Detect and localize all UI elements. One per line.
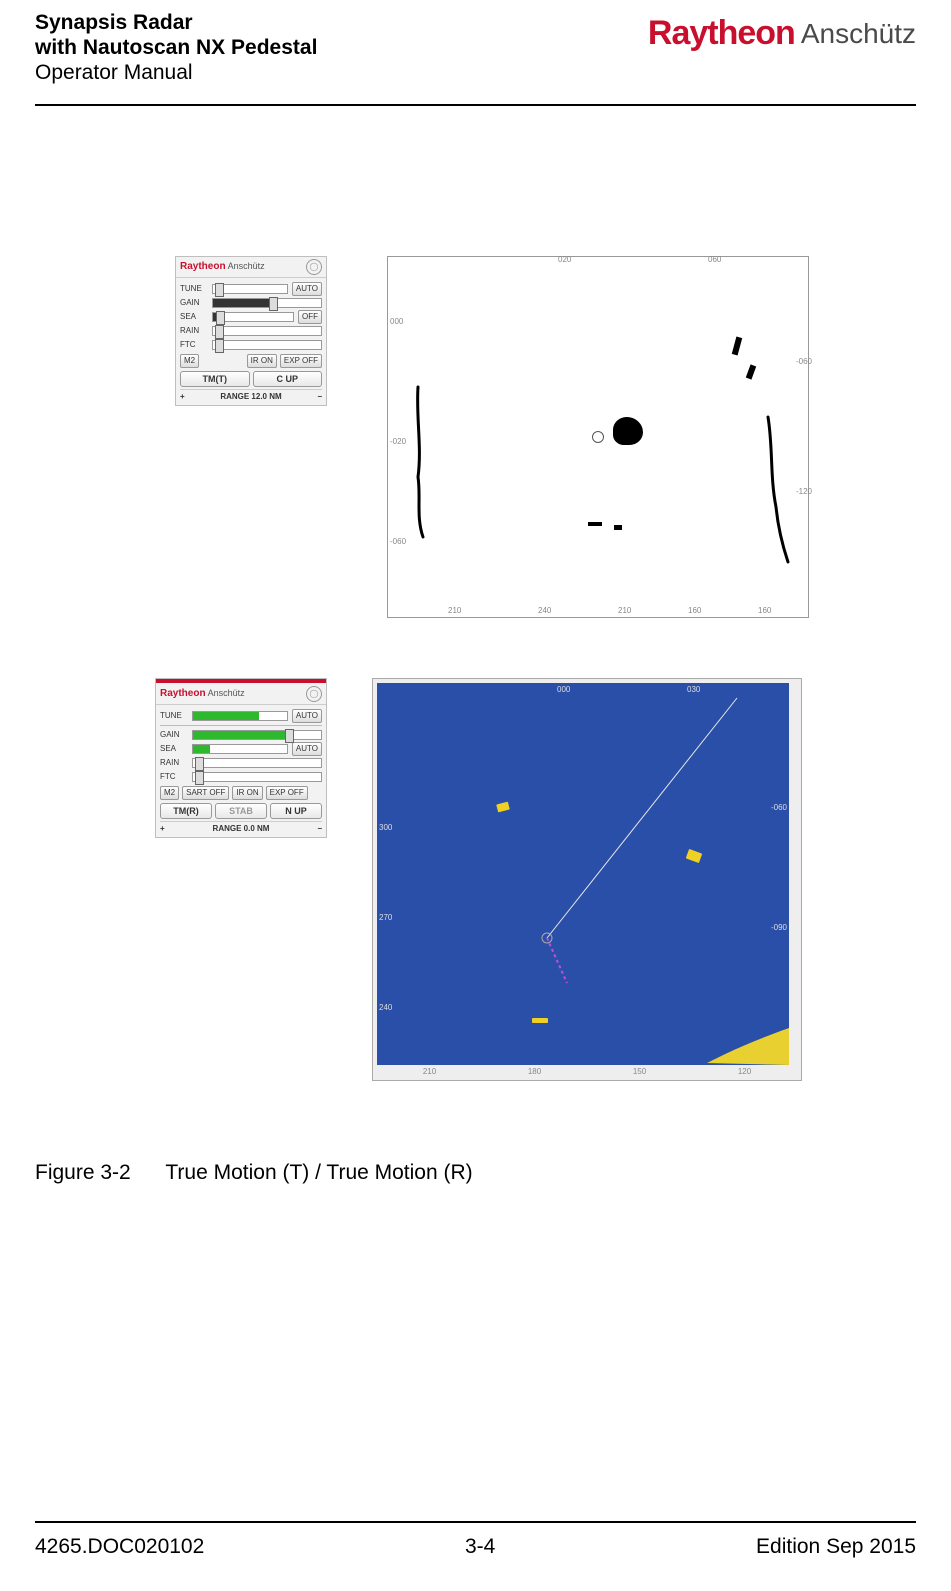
panel2-header: Raytheon Anschütz ◯ [156, 684, 326, 705]
anschutz-logo-text: Anschütz [801, 18, 916, 50]
footer-doc-id: 4265.DOC020102 [35, 1535, 204, 1559]
tm-r-button[interactable]: TM(R) [160, 803, 212, 819]
sea-label-2: SEA [160, 744, 188, 753]
ftc-slider-2[interactable] [192, 772, 322, 782]
figure-row-2: Raytheon Anschütz ◯ TUNE AUTO GAIN [155, 678, 916, 1081]
rain-slider-2[interactable] [192, 758, 322, 768]
gain-slider[interactable] [212, 298, 322, 308]
sart-off-button[interactable]: SART OFF [182, 786, 229, 800]
rb-bottom-scale: 210 180 150 120 [377, 1067, 797, 1076]
figure-row-1: Raytheon Anschütz ◯ TUNE AUTO GAIN [175, 256, 916, 618]
range-row-2: + RANGE 0.0 NM − [160, 821, 322, 834]
m2-button[interactable]: M2 [180, 354, 199, 368]
c-up-button[interactable]: C UP [253, 371, 323, 387]
sea-label: SEA [180, 312, 208, 321]
ir-on-button-2[interactable]: IR ON [232, 786, 262, 800]
tune-auto-button-2[interactable]: AUTO [292, 709, 322, 723]
control-panel-bottom: Raytheon Anschütz ◯ TUNE AUTO GAIN [155, 678, 327, 838]
gain-slider-2[interactable] [192, 730, 322, 740]
panel1-header: Raytheon Anschütz ◯ [176, 257, 326, 278]
figure-text: True Motion (T) / True Motion (R) [165, 1161, 472, 1184]
rain-slider[interactable] [212, 326, 322, 336]
radar-display-top: 020 060 -060 -120 000 -020 -060 210 240 … [387, 256, 809, 618]
page-header: Synapsis Radar with Nautoscan NX Pedesta… [35, 10, 916, 86]
tune-label: TUNE [180, 284, 208, 293]
gain-label: GAIN [180, 298, 208, 307]
ftc-label: FTC [180, 340, 208, 349]
sea-auto-button-2[interactable]: AUTO [292, 742, 322, 756]
panel1-brand-raytheon: Raytheon [180, 261, 226, 272]
header-title-block: Synapsis Radar with Nautoscan NX Pedesta… [35, 10, 317, 86]
title-line-2: with Nautoscan NX Pedestal [35, 35, 317, 60]
target-3 [532, 1018, 548, 1023]
tune-label-2: TUNE [160, 711, 188, 720]
figure-number: Figure 3-2 [35, 1161, 131, 1184]
panel2-redbar [156, 679, 326, 683]
compass-icon-2: ◯ [306, 686, 322, 702]
compass-icon: ◯ [306, 259, 322, 275]
range-text-1: RANGE 12.0 NM [188, 392, 315, 401]
title-line-1: Synapsis Radar [35, 10, 317, 35]
sea-off-button[interactable]: OFF [298, 310, 322, 324]
ir-on-button[interactable]: IR ON [247, 354, 277, 368]
rain-label-2: RAIN [160, 758, 188, 767]
tune-auto-button[interactable]: AUTO [292, 282, 322, 296]
footer-edition: Edition Sep 2015 [756, 1535, 916, 1559]
control-panel-top: Raytheon Anschütz ◯ TUNE AUTO GAIN [175, 256, 327, 406]
lines-svg [377, 683, 789, 1065]
sea-slider-2[interactable] [192, 744, 288, 754]
stab-button[interactable]: STAB [215, 803, 267, 819]
gain-label-2: GAIN [160, 730, 188, 739]
figure-caption: Figure 3-2 True Motion (T) / True Motion… [35, 1161, 916, 1185]
radar-display-bottom: 000 030 -060 -090 300 270 240 [377, 683, 789, 1065]
rb-bo2: 180 [528, 1067, 541, 1076]
radar-display-bottom-wrap: 000 030 -060 -090 300 270 240 [372, 678, 802, 1081]
rb-bo1: 210 [423, 1067, 436, 1076]
brand-logo: Raytheon Anschütz [648, 14, 916, 53]
tune-slider-2[interactable] [192, 711, 288, 721]
n-up-button[interactable]: N UP [270, 803, 322, 819]
exp-off-button[interactable]: EXP OFF [280, 354, 322, 368]
footer-page-number: 3-4 [465, 1535, 495, 1559]
page-footer: 4265.DOC020102 3-4 Edition Sep 2015 [35, 1513, 916, 1559]
figure-block: Raytheon Anschütz ◯ TUNE AUTO GAIN [35, 256, 916, 1081]
rb-bo3: 150 [633, 1067, 646, 1076]
rain-label: RAIN [180, 326, 208, 335]
header-divider [35, 104, 916, 106]
tune-slider[interactable] [212, 284, 288, 294]
panel2-brand-anschutz: Anschütz [208, 688, 245, 698]
panel2-brand-raytheon: Raytheon [160, 688, 206, 699]
rb-bo4: 120 [738, 1067, 751, 1076]
m2-button-2[interactable]: M2 [160, 786, 179, 800]
title-line-3: Operator Manual [35, 60, 317, 85]
range-plus-1[interactable]: + [180, 392, 185, 401]
range-plus-2[interactable]: + [160, 824, 165, 833]
range-row-1: + RANGE 12.0 NM − [180, 389, 322, 402]
sea-slider[interactable] [212, 312, 294, 322]
panel1-brand-anschutz: Anschütz [228, 261, 265, 271]
footer-divider [35, 1521, 916, 1523]
ftc-label-2: FTC [160, 772, 188, 781]
range-minus-1[interactable]: − [317, 392, 322, 401]
exp-off-button-2[interactable]: EXP OFF [266, 786, 308, 800]
coastline-svg [388, 257, 808, 617]
range-minus-2[interactable]: − [317, 824, 322, 833]
ftc-slider[interactable] [212, 340, 322, 350]
tm-t-button[interactable]: TM(T) [180, 371, 250, 387]
raytheon-logo-text: Raytheon [648, 14, 795, 53]
range-text-2: RANGE 0.0 NM [168, 824, 315, 833]
